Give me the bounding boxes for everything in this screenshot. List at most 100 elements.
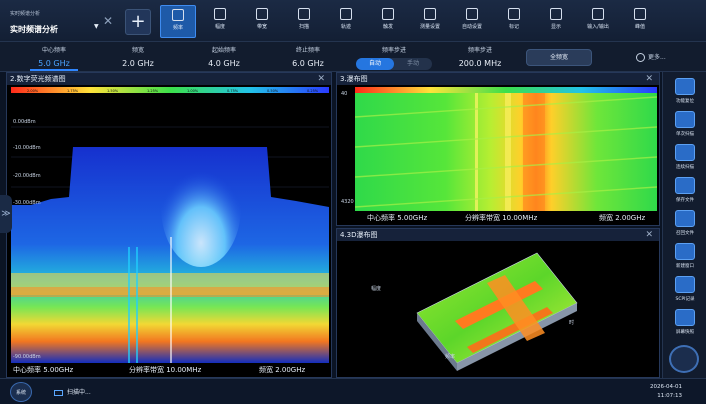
toolbar-tool-label: 峰值 xyxy=(634,24,645,30)
waterfall-footer: 中心频率 5.00GHz 分辨率带宽 10.00MHz 频宽 2.00GHz xyxy=(337,211,659,225)
sidebar-item-label: 连续扫描 xyxy=(676,165,694,170)
step-mode-toggle[interactable]: 自动 手动 xyxy=(356,58,432,70)
toolbar-tool-3[interactable]: 扫描 xyxy=(286,5,322,38)
step-manual-option[interactable]: 手动 xyxy=(394,58,432,70)
footer-center: 中心频率 5.00GHz xyxy=(367,214,428,222)
toolbar-tool-label: 自动设置 xyxy=(461,24,482,30)
step-auto-option[interactable]: 自动 xyxy=(356,58,394,70)
mode-selector[interactable]: 实时频谱分析 实时频谱分析 ▼ xyxy=(6,6,110,38)
sidebar-item-3[interactable]: 保存文件 xyxy=(666,175,704,207)
toolbar-tool-label: 显示 xyxy=(550,24,561,30)
param-label: 中心频率 xyxy=(41,47,66,54)
param-label: 起始频率 xyxy=(211,47,236,54)
panel-spectrum: 2.数字荧光频谱图 ✕ 2.00% 1.75% 1.50% 1.25% 1.00% 0.7… xyxy=(6,72,332,378)
sidebar-item-label: 召回文件 xyxy=(676,231,694,236)
toolbar-tool-6[interactable]: 测量设置 xyxy=(412,5,448,38)
spectrum-plot[interactable]: 2.00% 1.75% 1.50% 1.25% 1.00% 0.75% 0.50% 0.25% xyxy=(11,87,329,363)
footer-center: 中心频率 5.00GHz xyxy=(13,366,74,374)
toolbar-tool-label: 输入/输出 xyxy=(587,24,609,30)
sidebar-item-label: 保存文件 xyxy=(676,198,694,203)
param-start-frequency[interactable]: 起始频率 4.0 GHz xyxy=(184,42,264,72)
y-tick-label: -90.00dBm xyxy=(13,354,41,360)
frequency-icon xyxy=(172,9,184,21)
toolbar-tool-1[interactable]: 幅度 xyxy=(202,5,238,38)
sidebar-expand-icon[interactable] xyxy=(669,345,699,373)
sidebar-item-1[interactable]: 单次扫描 xyxy=(666,109,704,141)
sidebar-item-6[interactable]: SCPI记录 xyxy=(666,274,704,306)
dropdown-arrow-icon[interactable]: ▼ xyxy=(94,23,99,30)
more-button[interactable]: 更多... xyxy=(636,52,666,62)
colorbar-tick-label: 0.25% xyxy=(307,89,319,93)
colorbar-tick-label: 1.00% xyxy=(187,89,199,93)
y-tick-label: -10.00dBm xyxy=(13,145,41,151)
colorbar-tick-label: 0.75% xyxy=(227,89,239,93)
colorbar-tick-label: 1.50% xyxy=(107,89,119,93)
screenshot-icon xyxy=(675,309,695,326)
y-tick-label: 40 xyxy=(341,91,348,97)
toolbar-tool-9[interactable]: 显示 xyxy=(538,5,574,38)
toolbar-tool-4[interactable]: 轨迹 xyxy=(328,5,364,38)
mode-main-label: 实时频谱分析 xyxy=(10,25,58,34)
right-sidebar: 功能复位单次扫描连续扫描保存文件召回文件新建窗口 SCPI记录 屏幕快照 xyxy=(662,72,706,378)
param-span[interactable]: 频宽 2.0 GHz xyxy=(98,42,178,72)
close-icon[interactable]: ✕ xyxy=(645,73,653,85)
3d-waterfall-plot[interactable] xyxy=(337,243,659,377)
sidebar-item-0[interactable]: 功能复位 xyxy=(666,76,704,108)
panel-title: 2.数字荧光频谱图 xyxy=(7,73,331,85)
waterfall-plot[interactable] xyxy=(355,87,657,211)
full-span-button[interactable]: 全频宽 xyxy=(526,49,592,66)
auto-setup-icon xyxy=(466,8,478,20)
close-icon[interactable]: ✕ xyxy=(317,73,325,85)
panel-waterfall: 3.瀑布图 ✕ 40 4320 中心频率 5.00GHz 分辨率带宽 10.00… xyxy=(336,72,660,226)
toolbar-tool-label: 带宽 xyxy=(256,24,267,30)
toolbar-tool-0[interactable]: 频率 xyxy=(160,5,196,38)
recall-folder-icon xyxy=(675,210,695,227)
y-tick-label: 4320 xyxy=(341,199,354,205)
io-icon xyxy=(592,8,604,20)
param-label: 终止频率 xyxy=(295,47,320,54)
left-drawer-handle[interactable]: ≫ xyxy=(0,195,12,233)
param-center-frequency[interactable]: 中心频率 5.0 GHz xyxy=(14,42,94,72)
new-window-icon xyxy=(675,243,695,260)
measure-setup-icon xyxy=(424,8,436,20)
toolbar-tool-11[interactable]: 峰值 xyxy=(622,5,658,38)
sidebar-item-5[interactable]: 新建窗口 xyxy=(666,241,704,273)
colorbar xyxy=(11,87,329,93)
sidebar-item-label: SCPI记录 xyxy=(675,297,695,302)
param-value: 5.0 GHz xyxy=(38,59,70,68)
toolbar-tool-5[interactable]: 触发 xyxy=(370,5,406,38)
sidebar-item-4[interactable]: 召回文件 xyxy=(666,208,704,240)
add-mode-button[interactable]: + xyxy=(125,9,151,35)
param-stop-frequency[interactable]: 终止频率 6.0 GHz xyxy=(268,42,348,72)
sidebar-item-7[interactable]: 屏幕快照 xyxy=(666,307,704,339)
toolbar-tool-label: 扫描 xyxy=(298,24,309,30)
marker-flag-icon xyxy=(508,8,520,20)
parameter-bar: 中心频率 5.0 GHz 频宽 2.0 GHz 起始频率 4.0 GHz 终止频… xyxy=(0,42,706,72)
continuous-sweep-icon xyxy=(675,144,695,161)
axis-time-label: 时 xyxy=(569,320,575,326)
toolbar-tool-10[interactable]: 输入/输出 xyxy=(580,5,616,38)
toolbar-tool-2[interactable]: 带宽 xyxy=(244,5,280,38)
system-home-button[interactable]: 系统 xyxy=(10,382,32,402)
sidebar-item-label: 功能复位 xyxy=(676,99,694,104)
y-tick-label: -30.00dBm xyxy=(13,200,41,206)
footer-span: 频宽 2.00GHz xyxy=(599,214,646,222)
toolbar-tool-label: 标记 xyxy=(508,24,519,30)
top-toolbar: 实时频谱分析 实时频谱分析 ▼ ✕ + 频率 幅度 带宽 扫描 轨迹 触发 测量设置 自动设置… xyxy=(0,0,706,42)
sidebar-item-2[interactable]: 连续扫描 xyxy=(666,142,704,174)
trace-icon xyxy=(340,8,352,20)
mode-small-label: 实时频谱分析 xyxy=(10,11,41,17)
footer-rbw: 分辨率带宽 10.00MHz xyxy=(129,366,202,374)
display-eye-icon xyxy=(550,8,562,20)
clock-date: 2026-04-01 xyxy=(650,384,682,390)
sweep-icon xyxy=(298,8,310,20)
close-mode-icon[interactable]: ✕ xyxy=(103,14,113,28)
peak-icon xyxy=(634,8,646,20)
amplitude-icon xyxy=(214,8,226,20)
param-step[interactable]: 频率步进 200.0 MHz xyxy=(440,42,520,72)
toolbar-tool-8[interactable]: 标记 xyxy=(496,5,532,38)
toolbar-tool-7[interactable]: 自动设置 xyxy=(454,5,490,38)
close-icon[interactable]: ✕ xyxy=(645,229,653,241)
axis-frequency-label: 频率 xyxy=(445,354,456,360)
sidebar-item-label: 屏幕快照 xyxy=(676,330,694,335)
